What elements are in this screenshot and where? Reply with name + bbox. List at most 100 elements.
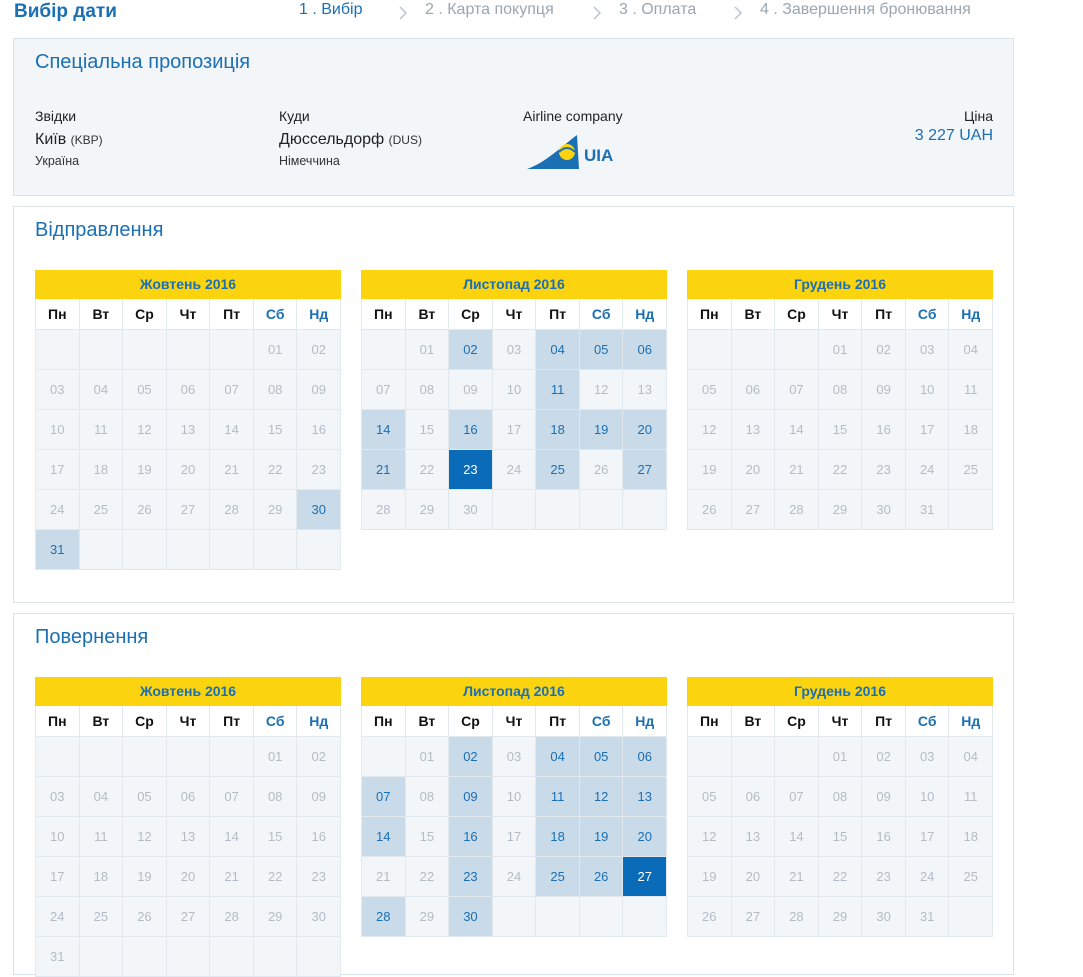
- available-day[interactable]: 06: [623, 330, 668, 370]
- week-row: 19 20 21 22 23 24 25: [688, 857, 994, 897]
- available-day[interactable]: 27: [623, 450, 668, 490]
- unavailable-day: 12: [688, 817, 732, 857]
- unavailable-day: 20: [166, 450, 211, 490]
- selected-day[interactable]: 23: [449, 450, 493, 490]
- chevron-right-icon: [734, 6, 742, 20]
- available-day[interactable]: 02: [449, 737, 493, 777]
- week-row: 31: [36, 530, 342, 570]
- unavailable-day: 15: [253, 410, 298, 450]
- from-city: Київ (KBP): [35, 131, 103, 148]
- week-row: 07 08 09 10 11 12 13: [362, 370, 668, 410]
- empty-day-cell: [492, 490, 537, 530]
- week-row: 05 06 07 08 09 10 11: [688, 777, 994, 817]
- available-day[interactable]: 02: [449, 330, 493, 370]
- available-day[interactable]: 23: [449, 857, 493, 897]
- empty-day-cell: [123, 330, 167, 370]
- weekday-label: Нд: [623, 706, 668, 737]
- weekday-label: Чт: [492, 706, 537, 737]
- empty-day-cell: [79, 330, 124, 370]
- weekday-label: Пн: [688, 299, 732, 330]
- week-row: 26 27 28 29 30 31: [688, 897, 994, 937]
- week-row: 01 02 03 04: [688, 737, 994, 777]
- unavailable-day: 09: [449, 370, 493, 410]
- available-day[interactable]: 21: [362, 450, 406, 490]
- available-day[interactable]: 16: [449, 817, 493, 857]
- unavailable-day: 10: [492, 777, 537, 817]
- weekday-label: Вт: [79, 706, 124, 737]
- calendar-grid: Пн Вт Ср Чт Пт Сб Нд 01 02 03 04 05 06 07 08 09 10 11 12 13…: [687, 706, 994, 937]
- week-row: 10 11 12 13 14 15 16: [36, 410, 342, 450]
- available-day[interactable]: 31: [36, 530, 80, 570]
- unavailable-day: 05: [123, 777, 167, 817]
- unavailable-day: 12: [123, 817, 167, 857]
- unavailable-day: 11: [79, 410, 124, 450]
- weekday-label: Сб: [579, 299, 624, 330]
- week-row: 21 22 23 24 25 26 27: [362, 450, 668, 490]
- month-header: Листопад 2016: [361, 270, 667, 299]
- week-row: 01 02: [36, 330, 342, 370]
- available-day[interactable]: 07: [362, 777, 406, 817]
- step-completion[interactable]: 4 . Завершення бронювання: [760, 1, 971, 19]
- available-day[interactable]: 12: [579, 777, 624, 817]
- unavailable-day: 08: [818, 370, 863, 410]
- from-country: Україна: [35, 154, 80, 168]
- step-buyer-card[interactable]: 2 . Карта покупця: [425, 1, 554, 19]
- available-day[interactable]: 11: [536, 777, 580, 817]
- available-day[interactable]: 18: [536, 410, 580, 450]
- available-day[interactable]: 25: [536, 450, 580, 490]
- unavailable-day: 31: [36, 937, 80, 977]
- weekday-label: Чт: [166, 706, 211, 737]
- step-payment[interactable]: 3 . Оплата: [619, 1, 696, 19]
- available-day[interactable]: 14: [362, 817, 406, 857]
- unavailable-day: 03: [36, 370, 80, 410]
- step-choice[interactable]: 1 . Вибір: [299, 1, 362, 19]
- selected-day[interactable]: 27: [623, 857, 668, 897]
- available-day[interactable]: 30: [297, 490, 342, 530]
- week-row: 03 04 05 06 07 08 09: [36, 370, 342, 410]
- weekday-label: Нд: [949, 706, 994, 737]
- available-day[interactable]: 16: [449, 410, 493, 450]
- weekday-label: Сб: [253, 299, 298, 330]
- unavailable-day: 04: [949, 330, 994, 370]
- available-day[interactable]: 19: [579, 817, 624, 857]
- weekday-label: Сб: [905, 299, 950, 330]
- available-day[interactable]: 05: [579, 330, 624, 370]
- available-day[interactable]: 26: [579, 857, 624, 897]
- available-day[interactable]: 30: [449, 897, 493, 937]
- empty-day-cell: [623, 897, 668, 937]
- available-day[interactable]: 04: [536, 737, 580, 777]
- weekday-label: Пн: [36, 706, 80, 737]
- empty-day-cell: [731, 330, 776, 370]
- available-day[interactable]: 18: [536, 817, 580, 857]
- unavailable-day: 23: [862, 450, 906, 490]
- month-header: Листопад 2016: [361, 677, 667, 706]
- available-day[interactable]: 20: [623, 817, 668, 857]
- unavailable-day: 12: [688, 410, 732, 450]
- available-day[interactable]: 06: [623, 737, 668, 777]
- unavailable-day: 22: [405, 450, 450, 490]
- weekday-label: Нд: [297, 299, 342, 330]
- unavailable-day: 08: [405, 777, 450, 817]
- available-day[interactable]: 20: [623, 410, 668, 450]
- weekday-label: Пт: [536, 706, 580, 737]
- weekday-label: Вт: [731, 706, 776, 737]
- unavailable-day: 14: [210, 817, 254, 857]
- unavailable-day: 22: [405, 857, 450, 897]
- unavailable-day: 17: [36, 857, 80, 897]
- page-title: Вибір дати: [14, 1, 117, 22]
- available-day[interactable]: 09: [449, 777, 493, 817]
- unavailable-day: 18: [79, 857, 124, 897]
- available-day[interactable]: 04: [536, 330, 580, 370]
- available-day[interactable]: 05: [579, 737, 624, 777]
- available-day[interactable]: 14: [362, 410, 406, 450]
- available-day[interactable]: 11: [536, 370, 580, 410]
- available-day[interactable]: 19: [579, 410, 624, 450]
- available-day[interactable]: 13: [623, 777, 668, 817]
- empty-day-cell: [536, 490, 580, 530]
- available-day[interactable]: 25: [536, 857, 580, 897]
- available-day[interactable]: 28: [362, 897, 406, 937]
- weekday-label: Ср: [775, 706, 819, 737]
- unavailable-day: 13: [166, 410, 211, 450]
- unavailable-day: 06: [166, 370, 211, 410]
- weekday-label: Пн: [688, 706, 732, 737]
